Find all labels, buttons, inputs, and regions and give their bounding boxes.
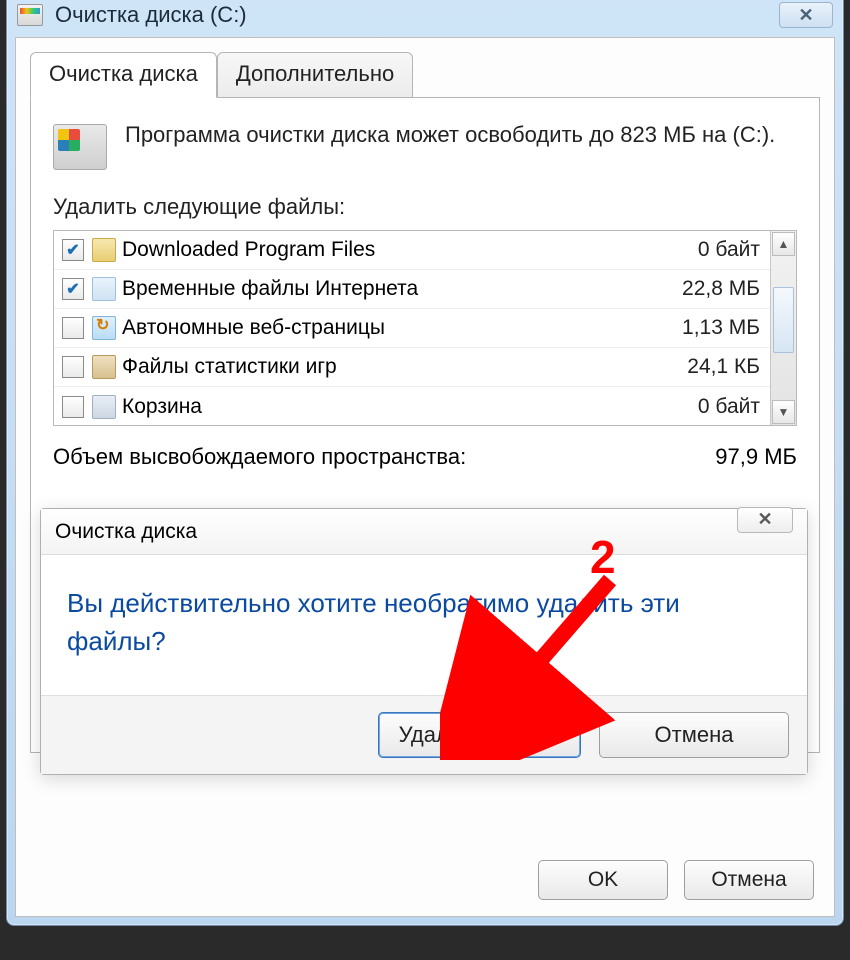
summary-row: Программа очистки диска может освободить… [53,120,797,170]
close-icon: ✕ [798,5,813,26]
confirm-title: Очистка диска [55,520,197,544]
tab-cleanup[interactable]: Очистка диска [30,52,217,98]
disk-cleanup-icon [17,4,43,26]
item-name: Временные файлы Интернета [122,277,674,301]
list-item[interactable]: Автономные веб-страницы 1,13 МБ [54,309,770,348]
scroll-down-button[interactable]: ▼ [772,400,795,424]
confirm-actions: Удалить файлы Отмена [41,695,807,774]
freed-label: Объем высвобождаемого пространства: [53,444,466,470]
cancel-button[interactable]: Отмена [684,860,814,900]
close-button[interactable]: ✕ [779,2,833,28]
item-name: Downloaded Program Files [122,238,690,262]
summary-text: Программа очистки диска может освободить… [125,120,775,150]
checkbox[interactable]: ✔ [62,239,84,261]
checkbox[interactable] [62,396,84,418]
list-item[interactable]: Файлы статистики игр 24,1 КБ [54,348,770,387]
list-item[interactable]: Корзина 0 байт [54,387,770,425]
checkbox[interactable] [62,356,84,378]
item-size: 22,8 МБ [674,277,760,301]
scroll-up-button[interactable]: ▲ [772,232,795,256]
delete-files-button[interactable]: Удалить файлы [378,712,581,758]
confirm-cancel-button[interactable]: Отмена [599,712,789,758]
freed-value: 97,9 МБ [715,444,797,470]
confirm-message: Вы действительно хотите необратимо удали… [41,555,807,695]
tabstrip: Очистка диска Дополнительно [30,52,820,98]
ok-button[interactable]: OK [538,860,668,900]
recycle-bin-icon [92,395,116,419]
dialog-buttons: OK Отмена [538,860,814,900]
confirm-close-button[interactable]: ✕ [737,507,793,533]
item-name: Файлы статистики игр [122,355,679,379]
confirm-dialog: Очистка диска ✕ Вы действительно хотите … [40,508,808,775]
folder-icon [92,238,116,262]
document-icon [92,277,116,301]
item-size: 0 байт [690,238,760,262]
files-listbox[interactable]: ✔ Downloaded Program Files 0 байт ✔ Врем… [53,230,797,426]
vertical-scrollbar[interactable]: ▲ ▼ [770,231,796,425]
scroll-thumb[interactable] [773,287,794,353]
freed-row: Объем высвобождаемого пространства: 97,9… [53,444,797,470]
close-icon: ✕ [757,509,772,530]
list-rows: ✔ Downloaded Program Files 0 байт ✔ Врем… [54,231,770,425]
files-label: Удалить следующие файлы: [53,194,797,220]
web-icon [92,316,116,340]
disk-cleanup-window: Очистка диска (C:) ✕ Очистка диска Допол… [6,0,844,926]
checkbox[interactable] [62,317,84,339]
chess-icon [92,355,116,379]
item-size: 24,1 КБ [679,355,760,379]
window-title: Очистка диска (C:) [55,2,247,28]
list-item[interactable]: ✔ Временные файлы Интернета 22,8 МБ [54,270,770,309]
tab-advanced[interactable]: Дополнительно [217,52,413,98]
item-name: Автономные веб-страницы [122,316,674,340]
confirm-titlebar[interactable]: Очистка диска ✕ [41,509,807,555]
drive-icon [53,124,107,170]
item-size: 0 байт [690,395,760,419]
item-name: Корзина [122,395,690,419]
titlebar[interactable]: Очистка диска (C:) ✕ [7,0,843,37]
list-item[interactable]: ✔ Downloaded Program Files 0 байт [54,231,770,270]
item-size: 1,13 МБ [674,316,760,340]
client-area: Очистка диска Дополнительно Программа оч… [15,37,835,917]
checkbox[interactable]: ✔ [62,278,84,300]
